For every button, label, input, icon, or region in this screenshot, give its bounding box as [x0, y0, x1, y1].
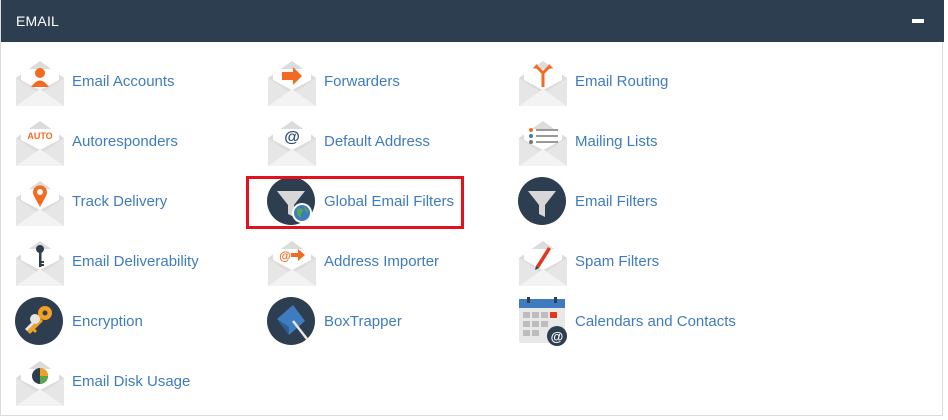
- email-routing-link[interactable]: Email Routing: [518, 57, 758, 107]
- address-importer-label: Address Importer: [324, 253, 440, 270]
- envelope-auto-icon: AUTO: [16, 121, 64, 166]
- envelope-list-icon: [519, 121, 567, 166]
- svg-text:@: @: [551, 329, 564, 344]
- svg-text:@: @: [284, 129, 300, 146]
- keys-icon: [15, 297, 63, 345]
- email-disk-usage-link[interactable]: Email Disk Usage: [15, 357, 255, 407]
- boxtrapper-icon: [267, 297, 315, 345]
- forwarders-link[interactable]: Forwarders: [267, 57, 507, 107]
- envelope-person-icon: [16, 61, 64, 106]
- envelope-routing-icon: [519, 61, 567, 106]
- mailing-lists-label: Mailing Lists: [575, 133, 658, 150]
- track-delivery-label: Track Delivery: [72, 193, 168, 210]
- calendars-and-contacts-link[interactable]: @ Calendars and Contacts: [518, 297, 758, 347]
- encryption-label: Encryption: [72, 313, 143, 330]
- mailing-lists-link[interactable]: Mailing Lists: [518, 117, 758, 167]
- address-importer-link[interactable]: @ Address Importer: [267, 237, 507, 287]
- envelope-at-icon: @: [268, 121, 316, 166]
- minus-icon[interactable]: [912, 19, 924, 23]
- selection-highlight-box: [246, 176, 464, 229]
- funnel-icon: [518, 177, 566, 225]
- spam-filters-link[interactable]: Spam Filters: [518, 237, 758, 287]
- svg-text:@: @: [279, 249, 291, 263]
- envelope-pen-icon: [519, 241, 567, 286]
- forwarders-label: Forwarders: [324, 73, 400, 90]
- email-deliverability-label: Email Deliverability: [72, 253, 199, 270]
- email-accounts-label: Email Accounts: [72, 73, 175, 90]
- email-filters-link[interactable]: Email Filters: [518, 177, 758, 227]
- envelope-arrow-icon: [268, 61, 316, 106]
- section-header[interactable]: EMAIL: [1, 0, 944, 42]
- spam-filters-label: Spam Filters: [575, 253, 660, 270]
- email-deliverability-link[interactable]: Email Deliverability: [15, 237, 255, 287]
- envelope-pie-chart-icon: [16, 361, 64, 406]
- section-title: EMAIL: [16, 13, 60, 29]
- email-filters-label: Email Filters: [575, 193, 658, 210]
- default-address-link[interactable]: @ Default Address: [267, 117, 507, 167]
- autoresponders-label: Autoresponders: [72, 133, 178, 150]
- email-disk-usage-label: Email Disk Usage: [72, 373, 191, 390]
- autoresponders-link[interactable]: AUTO Autoresponders: [15, 117, 255, 167]
- email-section-panel: EMAIL Email Accounts Forwarders Email Ro…: [0, 0, 944, 416]
- boxtrapper-label: BoxTrapper: [324, 313, 402, 330]
- boxtrapper-link[interactable]: BoxTrapper: [267, 297, 507, 347]
- envelope-location-pin-icon: [16, 181, 64, 226]
- track-delivery-link[interactable]: Track Delivery: [15, 177, 255, 227]
- calendar-at-icon: @: [519, 297, 567, 346]
- default-address-label: Default Address: [324, 133, 430, 150]
- envelope-at-arrow-icon: @: [268, 241, 316, 286]
- calendars-and-contacts-label: Calendars and Contacts: [575, 313, 736, 330]
- encryption-link[interactable]: Encryption: [15, 297, 255, 347]
- envelope-key-icon: [16, 241, 64, 286]
- email-routing-label: Email Routing: [575, 73, 669, 90]
- svg-text:AUTO: AUTO: [27, 131, 52, 141]
- email-accounts-link[interactable]: Email Accounts: [15, 57, 255, 107]
